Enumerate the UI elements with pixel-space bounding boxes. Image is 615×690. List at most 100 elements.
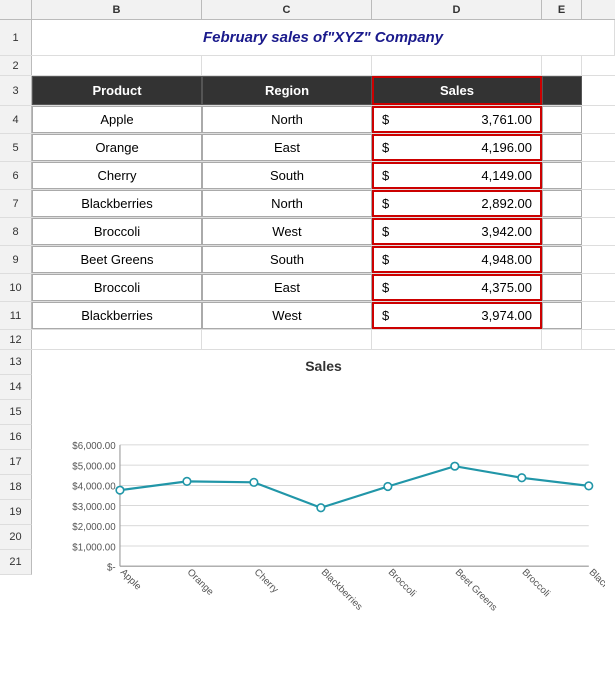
sales-amount-7: 2,892.00 bbox=[481, 196, 532, 211]
rownum-10: 10 bbox=[0, 274, 32, 301]
sales-dollar-10: $ bbox=[382, 280, 389, 295]
chart-line bbox=[120, 466, 589, 508]
cell-10-product: Broccoli bbox=[32, 274, 202, 301]
y-label-1: $5,000.00 bbox=[72, 461, 116, 472]
rownum-1: 1 bbox=[0, 20, 32, 55]
sales-dollar-7: $ bbox=[382, 196, 389, 211]
cell-10-sales: $ 4,375.00 bbox=[372, 274, 542, 301]
y-label-4: $2,000.00 bbox=[72, 522, 116, 533]
sales-amount-4: 3,761.00 bbox=[481, 112, 532, 127]
cell-8-e bbox=[542, 218, 582, 245]
cell-8-sales: $ 3,942.00 bbox=[372, 218, 542, 245]
cell-7-e bbox=[542, 190, 582, 217]
cell-4-e bbox=[542, 106, 582, 133]
cell-4-product: Apple bbox=[32, 106, 202, 133]
x-label-3: Blackberries bbox=[319, 567, 365, 613]
row-8: 8 Broccoli West $ 3,942.00 bbox=[0, 218, 615, 246]
cell-6-e bbox=[542, 162, 582, 189]
header-region: Region bbox=[202, 76, 372, 105]
row-2: 2 bbox=[0, 56, 615, 76]
col-header-d: D bbox=[372, 0, 542, 19]
x-label-6: Broccoli bbox=[520, 567, 552, 599]
row-7: 7 Blackberries North $ 2,892.00 bbox=[0, 190, 615, 218]
col-header-e: E bbox=[542, 0, 582, 19]
cell-6-sales: $ 4,149.00 bbox=[372, 162, 542, 189]
cell-9-e bbox=[542, 246, 582, 273]
cell-9-region: South bbox=[202, 246, 372, 273]
cell-12b bbox=[32, 330, 202, 349]
row-1: 1 February sales of"XYZ" Company bbox=[0, 20, 615, 56]
cell-9-sales: $ 4,948.00 bbox=[372, 246, 542, 273]
sales-dollar-9: $ bbox=[382, 252, 389, 267]
cell-11-sales: $ 3,974.00 bbox=[372, 302, 542, 329]
sales-dollar-4: $ bbox=[382, 112, 389, 127]
cell-7-region: North bbox=[202, 190, 372, 217]
row-3: 3 Product Region Sales bbox=[0, 76, 615, 106]
sales-amount-6: 4,149.00 bbox=[481, 168, 532, 183]
x-label-4: Broccoli bbox=[386, 567, 418, 599]
rownum-4: 4 bbox=[0, 106, 32, 133]
col-header-c: C bbox=[202, 0, 372, 19]
cell-5-product: Orange bbox=[32, 134, 202, 161]
corner-cell bbox=[0, 0, 32, 19]
cell-12e bbox=[542, 330, 582, 349]
chart-section: 13 14 15 16 17 18 19 20 21 Sales $6,000.… bbox=[0, 350, 615, 690]
row-5: 5 Orange East $ 4,196.00 bbox=[0, 134, 615, 162]
cell-4-sales: $ 3,761.00 bbox=[372, 106, 542, 133]
row-10: 10 Broccoli East $ 4,375.00 bbox=[0, 274, 615, 302]
cell-11-e bbox=[542, 302, 582, 329]
x-label-0: Apple bbox=[118, 567, 143, 592]
data-point-1 bbox=[183, 478, 191, 486]
spreadsheet-title: February sales of"XYZ" Company bbox=[32, 20, 615, 55]
rownum-21: 21 bbox=[0, 550, 32, 575]
x-label-5: Beet Greens bbox=[453, 567, 500, 614]
col-header-row: B C D E bbox=[0, 0, 615, 20]
cell-6-product: Cherry bbox=[32, 162, 202, 189]
cell-8-product: Broccoli bbox=[32, 218, 202, 245]
data-point-0 bbox=[116, 486, 124, 494]
chart-svg: $6,000.00$5,000.00$4,000.00$3,000.00$2,0… bbox=[42, 380, 605, 682]
row-11: 11 Blackberries West $ 3,974.00 bbox=[0, 302, 615, 330]
cell-11-product: Blackberries bbox=[32, 302, 202, 329]
rownum-2: 2 bbox=[0, 56, 32, 75]
sales-amount-10: 4,375.00 bbox=[481, 280, 532, 295]
x-label-7: Blackberries bbox=[587, 567, 605, 613]
sales-dollar-8: $ bbox=[382, 224, 389, 239]
cell-9-product: Beet Greens bbox=[32, 246, 202, 273]
cell-12c bbox=[202, 330, 372, 349]
sales-amount-11: 3,974.00 bbox=[481, 308, 532, 323]
chart-title: Sales bbox=[305, 358, 342, 374]
rownum-3: 3 bbox=[0, 76, 32, 105]
sales-dollar-5: $ bbox=[382, 140, 389, 155]
cell-2d bbox=[372, 56, 542, 75]
rownum-9: 9 bbox=[0, 246, 32, 273]
cell-2e bbox=[542, 56, 582, 75]
cell-10-e bbox=[542, 274, 582, 301]
cell-10-region: East bbox=[202, 274, 372, 301]
header-product: Product bbox=[32, 76, 202, 105]
rownum-8: 8 bbox=[0, 218, 32, 245]
data-point-6 bbox=[518, 474, 526, 482]
rownum-11: 11 bbox=[0, 302, 32, 329]
cell-5-sales: $ 4,196.00 bbox=[372, 134, 542, 161]
chart-container: $6,000.00$5,000.00$4,000.00$3,000.00$2,0… bbox=[42, 380, 605, 682]
sales-dollar-11: $ bbox=[382, 308, 389, 323]
cell-6-region: South bbox=[202, 162, 372, 189]
spreadsheet: B C D E 1 February sales of"XYZ" Company… bbox=[0, 0, 615, 690]
cell-8-region: West bbox=[202, 218, 372, 245]
y-label-5: $1,000.00 bbox=[72, 542, 116, 553]
rownum-20: 20 bbox=[0, 525, 32, 550]
data-point-2 bbox=[250, 479, 258, 487]
sales-amount-8: 3,942.00 bbox=[481, 224, 532, 239]
cell-7-sales: $ 2,892.00 bbox=[372, 190, 542, 217]
y-label-3: $3,000.00 bbox=[72, 502, 116, 513]
cell-5-e bbox=[542, 134, 582, 161]
y-label-2: $4,000.00 bbox=[72, 482, 116, 493]
rownum-5: 5 bbox=[0, 134, 32, 161]
rownum-14: 14 bbox=[0, 375, 32, 400]
sales-amount-9: 4,948.00 bbox=[481, 252, 532, 267]
row-12: 12 bbox=[0, 330, 615, 350]
table-rows: 4 Apple North $ 3,761.00 5 Orange East $… bbox=[0, 106, 615, 330]
cell-2c bbox=[202, 56, 372, 75]
data-point-4 bbox=[384, 483, 392, 491]
